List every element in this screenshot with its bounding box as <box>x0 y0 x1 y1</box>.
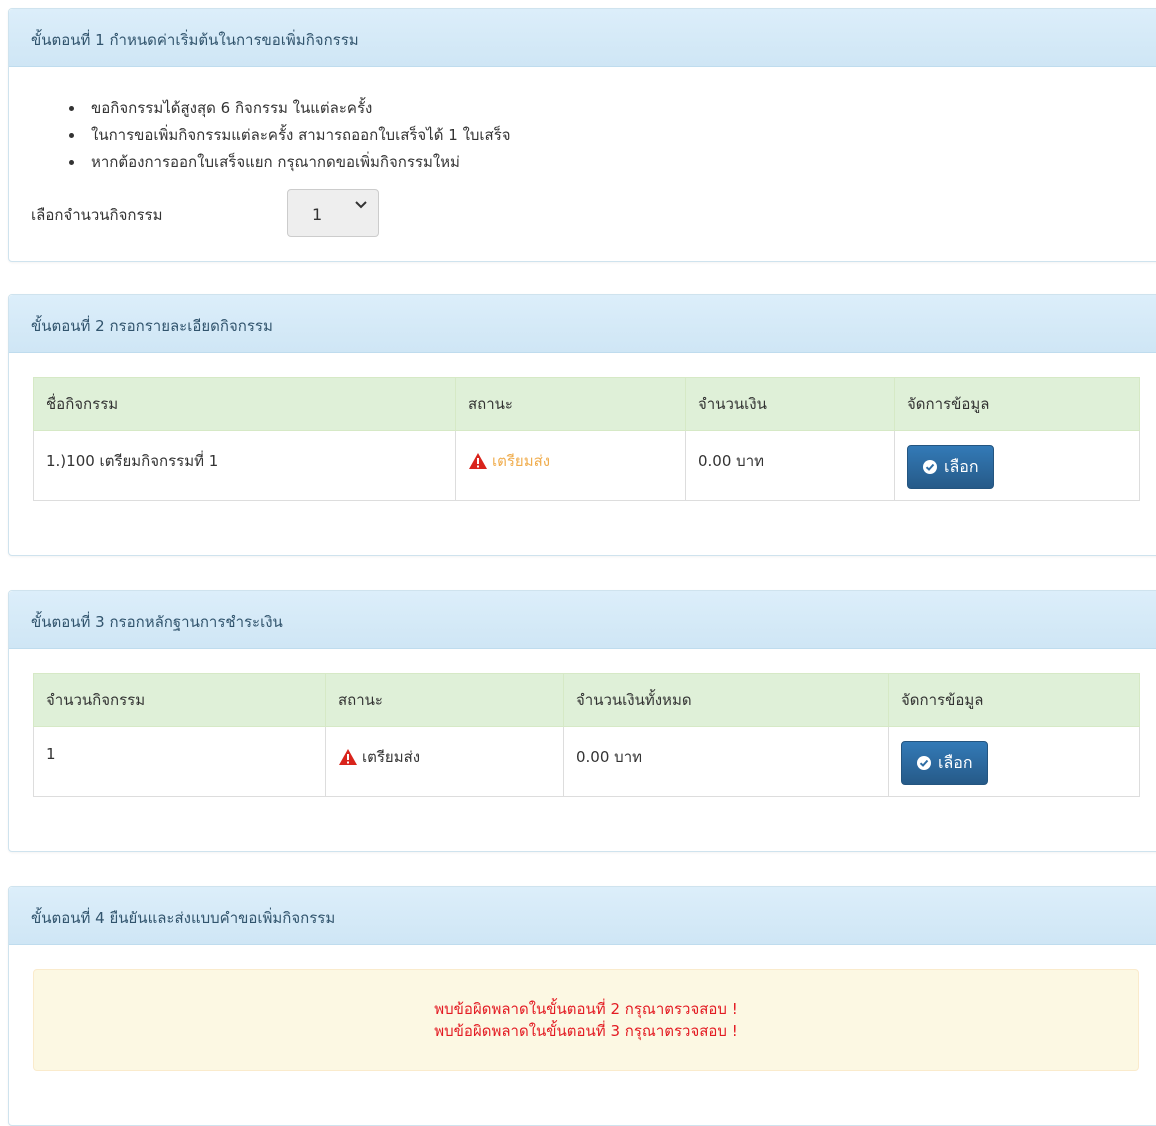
total-amount-cell: 0.00 บาท <box>563 726 889 797</box>
activity-count-label: เลือกจำนวนกิจกรรม <box>31 206 163 224</box>
check-circle-icon <box>923 460 937 474</box>
status-cell: เตรียมส่ง <box>325 726 564 797</box>
table-header-row: ชื่อกิจกรรม สถานะ จำนวนเงิน จัดการข้อมูล <box>33 377 1140 431</box>
col-header-total: จำนวนเงินทั้งหมด <box>563 673 889 727</box>
step4-heading: ขั้นตอนที่ 4 ยืนยันและส่งแบบคำขอเพิ่มกิจ… <box>9 887 1156 945</box>
count-cell: 1 <box>33 726 326 797</box>
col-header-status: สถานะ <box>455 377 686 431</box>
amount-cell: 0.00 บาท <box>685 430 895 501</box>
step2-heading: ขั้นตอนที่ 2 กรอกรายละเอียดกิจกรรม <box>9 295 1156 353</box>
chevron-down-icon <box>355 201 367 209</box>
warning-triangle-icon <box>339 749 357 765</box>
activity-name-cell: 1.)100 เตรียมกิจกรรมที่ 1 <box>33 430 456 501</box>
col-header-amount: จำนวนเงิน <box>685 377 895 431</box>
step1-heading: ขั้นตอนที่ 1 กำหนดค่าเริ่มต้นในการขอเพิ่… <box>9 9 1156 67</box>
step3-panel: ขั้นตอนที่ 3 กรอกหลักฐานการชำระเงิน จำนว… <box>8 590 1156 852</box>
select-button-label: เลือก <box>944 458 979 476</box>
col-header-name: ชื่อกิจกรรม <box>33 377 456 431</box>
col-header-manage: จัดการข้อมูล <box>894 377 1140 431</box>
activity-count-value: 1 <box>312 205 323 224</box>
col-header-status: สถานะ <box>325 673 564 727</box>
step4-panel: ขั้นตอนที่ 4 ยืนยันและส่งแบบคำขอเพิ่มกิจ… <box>8 886 1156 1126</box>
status-cell: เตรียมส่ง <box>455 430 686 501</box>
activity-table: ชื่อกิจกรรม สถานะ จำนวนเงิน จัดการข้อมูล… <box>33 377 1140 501</box>
step3-heading: ขั้นตอนที่ 3 กรอกหลักฐานการชำระเงิน <box>9 591 1156 649</box>
status-badge: เตรียมส่ง <box>468 449 550 473</box>
error-message: พบข้อผิดพลาดในขั้นตอนที่ 3 กรุณาตรวจสอบ … <box>434 1022 738 1040</box>
step1-panel: ขั้นตอนที่ 1 กำหนดค่าเริ่มต้นในการขอเพิ่… <box>8 8 1156 262</box>
col-header-manage: จัดการข้อมูล <box>888 673 1140 727</box>
status-badge: เตรียมส่ง <box>338 745 420 769</box>
step1-rules-list: ขอกิจกรรมได้สูงสุด 6 กิจกรรม ในแต่ละครั้… <box>9 95 1156 176</box>
table-row: 1 เตรียมส่ง 0.00 บาท เลือก <box>33 726 1140 797</box>
activity-count-select[interactable]: 1 <box>287 189 379 237</box>
select-button-label: เลือก <box>938 754 973 772</box>
table-header-row: จำนวนกิจกรรม สถานะ จำนวนเงินทั้งหมด จัดก… <box>33 673 1140 727</box>
check-circle-icon <box>917 756 931 770</box>
rule-item: ขอกิจกรรมได้สูงสุด 6 กิจกรรม ในแต่ละครั้… <box>85 95 1156 122</box>
status-text: เตรียมส่ง <box>492 452 551 470</box>
step2-panel: ขั้นตอนที่ 2 กรอกรายละเอียดกิจกรรม ชื่อก… <box>8 294 1156 556</box>
error-message: พบข้อผิดพลาดในขั้นตอนที่ 2 กรุณาตรวจสอบ … <box>434 1000 738 1018</box>
select-button[interactable]: เลือก <box>901 741 988 785</box>
payment-table: จำนวนกิจกรรม สถานะ จำนวนเงินทั้งหมด จัดก… <box>33 673 1140 797</box>
manage-cell: เลือก <box>888 726 1140 797</box>
rule-item: หากต้องการออกใบเสร็จแยก กรุณากดขอเพิ่มกิ… <box>85 149 1156 176</box>
manage-cell: เลือก <box>894 430 1140 501</box>
error-alert: พบข้อผิดพลาดในขั้นตอนที่ 2 กรุณาตรวจสอบ … <box>33 969 1139 1071</box>
status-text: เตรียมส่ง <box>362 748 421 766</box>
select-button[interactable]: เลือก <box>907 445 994 489</box>
col-header-count: จำนวนกิจกรรม <box>33 673 326 727</box>
table-row: 1.)100 เตรียมกิจกรรมที่ 1 เตรียมส่ง 0.00… <box>33 430 1140 501</box>
warning-triangle-icon <box>469 453 487 469</box>
rule-item: ในการขอเพิ่มกิจกรรมแต่ละครั้ง สามารถออกใ… <box>85 122 1156 149</box>
